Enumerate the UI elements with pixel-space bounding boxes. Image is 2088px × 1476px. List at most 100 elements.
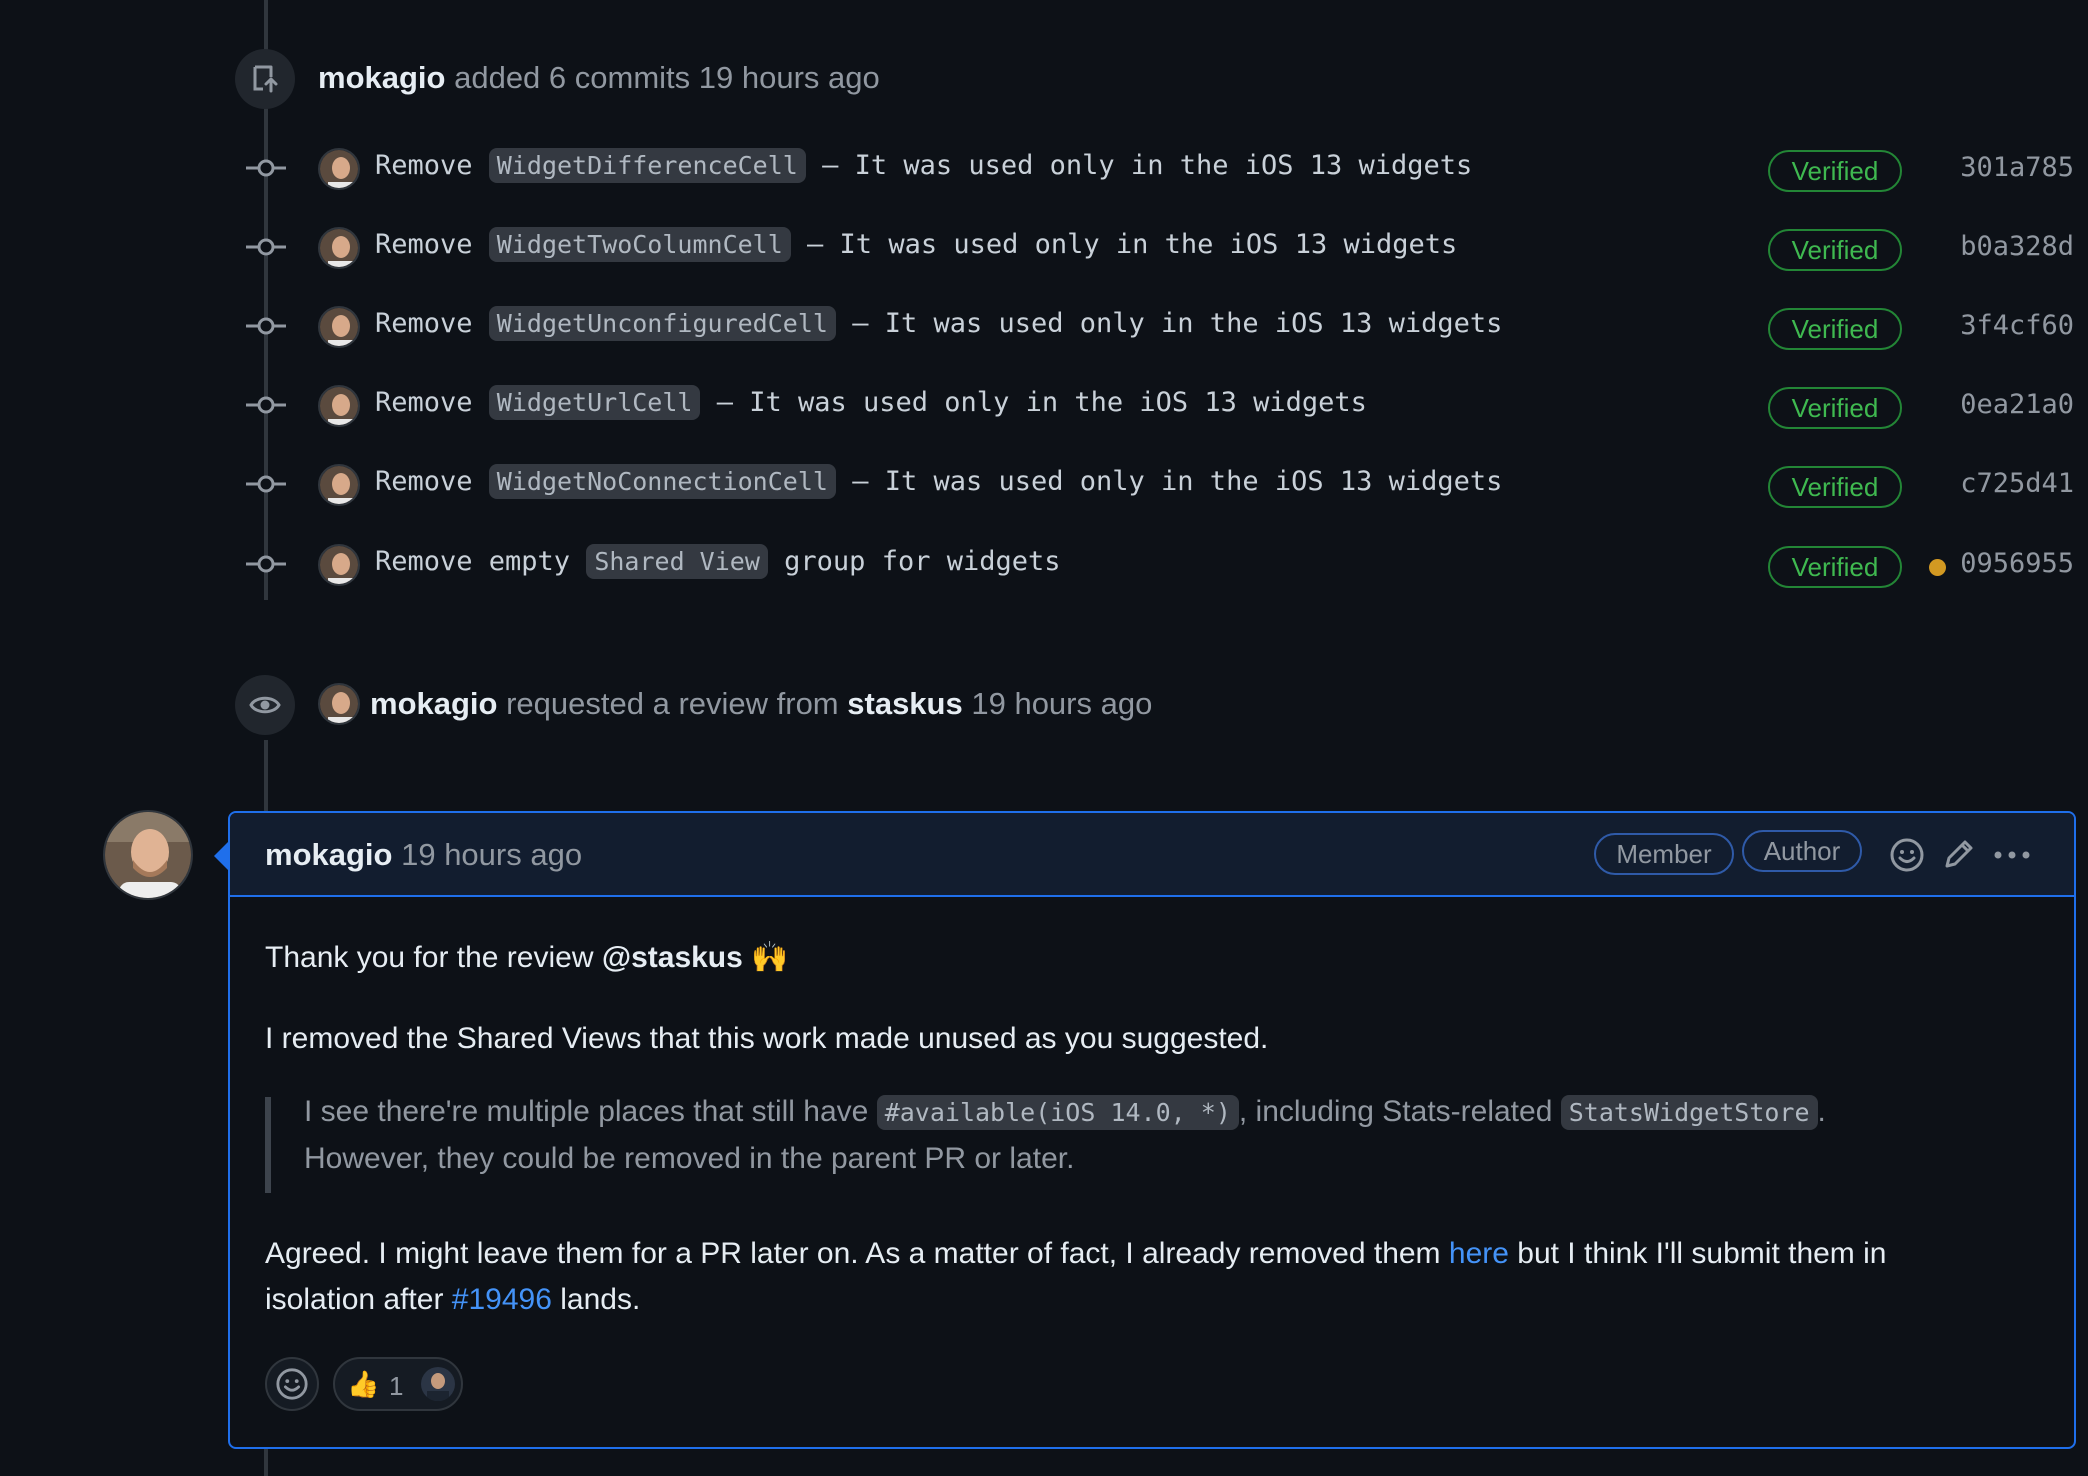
reaction-count: 1	[389, 1371, 404, 1401]
inline-code: WidgetUnconfiguredCell	[488, 306, 836, 341]
inline-code: WidgetUrlCell	[488, 385, 701, 420]
comment-header: mokagio 19 hours ago Member Author	[230, 813, 2074, 897]
commit-message-link[interactable]: Remove WidgetTwoColumnCell — It was used…	[375, 227, 1458, 262]
commit-message-prefix: Remove	[375, 308, 489, 339]
commit-row: Remove empty Shared View group for widge…	[0, 534, 2088, 594]
commit-message-suffix: — It was used only in the iOS 13 widgets	[805, 150, 1473, 181]
comment-pointer	[214, 842, 228, 870]
commit-message-suffix: — It was used only in the iOS 13 widgets	[700, 387, 1367, 418]
add-reaction-button[interactable]	[265, 1357, 319, 1411]
comment-time[interactable]: 19 hours ago	[401, 837, 582, 872]
blockquote-line: I see there're multiple places that stil…	[304, 1089, 1826, 1136]
mention-link[interactable]: @staskus	[602, 941, 743, 974]
event-time[interactable]: 19 hours ago	[971, 686, 1152, 721]
review-event-badge	[235, 675, 295, 735]
reviewer-link[interactable]: staskus	[847, 686, 962, 721]
timeline-line	[264, 1447, 268, 1476]
commit-node-icon	[246, 316, 286, 336]
commit-sha-link[interactable]: 3f4cf60	[1960, 310, 2074, 341]
pending-status-dot[interactable]	[1929, 559, 1946, 576]
commit-message-prefix: Remove	[375, 229, 489, 260]
commit-message-link[interactable]: Remove WidgetUnconfiguredCell — It was u…	[375, 306, 1503, 341]
here-link[interactable]: here	[1449, 1237, 1509, 1270]
event-time[interactable]: 19 hours ago	[699, 60, 880, 95]
verified-badge[interactable]: Verified	[1768, 546, 1902, 588]
add-reaction-icon	[276, 1368, 308, 1400]
kebab-icon[interactable]	[1992, 835, 2032, 875]
comment-line: Agreed. I might leave them for a PR late…	[265, 1231, 1887, 1277]
commit-message-link[interactable]: Remove empty Shared View group for widge…	[375, 544, 1061, 579]
pr-link[interactable]: #19496	[452, 1283, 552, 1316]
commit-message-link[interactable]: Remove WidgetDifferenceCell — It was use…	[375, 148, 1473, 183]
comment-paragraph: Agreed. I might leave them for a PR late…	[265, 1231, 1887, 1323]
comment-author-avatar[interactable]	[103, 810, 193, 900]
event-author-link[interactable]: mokagio	[370, 686, 497, 721]
commit-node-icon	[246, 554, 286, 574]
comment-text: but I think I'll submit them in	[1508, 1237, 1887, 1270]
commit-message-link[interactable]: Remove WidgetNoConnectionCell — It was u…	[375, 464, 1502, 499]
eye-icon	[249, 696, 281, 714]
comment-author-link[interactable]: mokagio	[265, 837, 392, 872]
commit-node-icon	[246, 237, 286, 257]
emoji: 🙌	[751, 941, 789, 974]
verified-badge[interactable]: Verified	[1768, 387, 1902, 429]
commit-node-icon	[246, 474, 286, 494]
avatar[interactable]	[318, 306, 360, 348]
comment-text: Agreed. I might leave them for a PR late…	[265, 1237, 1449, 1270]
inline-code: WidgetTwoColumnCell	[488, 227, 791, 262]
member-badge: Member	[1594, 833, 1734, 875]
inline-code: StatsWidgetStore	[1560, 1095, 1818, 1130]
commit-row: Remove WidgetTwoColumnCell — It was used…	[0, 217, 2088, 277]
commit-message-prefix: Remove	[375, 466, 489, 497]
comment-text: lands.	[551, 1283, 641, 1316]
commit-sha-link[interactable]: 0956955	[1960, 548, 2074, 579]
commit-sha-link[interactable]: 0ea21a0	[1960, 389, 2074, 420]
event-action: added 6 commits	[454, 60, 691, 95]
reactor-avatar	[421, 1367, 455, 1401]
comment-text: Thank you for the review	[265, 941, 602, 974]
avatar[interactable]	[318, 148, 360, 190]
comment-paragraph: Thank you for the review @staskus 🙌	[265, 935, 789, 981]
commit-row: Remove WidgetUrlCell — It was used only …	[0, 375, 2088, 435]
commit-row: Remove WidgetUnconfiguredCell — It was u…	[0, 296, 2088, 356]
event-action: requested a review from	[506, 686, 839, 721]
avatar[interactable]	[318, 227, 360, 269]
comment-line: isolation after #19496 lands.	[265, 1277, 1887, 1323]
commit-message-suffix: — It was used only in the iOS 13 widgets	[835, 308, 1503, 339]
review-event-text: mokagio requested a review from staskus …	[370, 686, 1152, 722]
avatar[interactable]	[318, 385, 360, 427]
inline-code: Shared View	[586, 544, 768, 579]
verified-badge[interactable]: Verified	[1768, 229, 1902, 271]
commit-sha-link[interactable]: b0a328d	[1960, 231, 2074, 262]
comment-meta: mokagio 19 hours ago	[265, 837, 582, 873]
commit-message-suffix: — It was used only in the iOS 13 widgets	[790, 229, 1458, 260]
thumbs-up-reaction[interactable]: 👍 1	[333, 1357, 463, 1411]
smiley-icon[interactable]	[1887, 835, 1927, 875]
quote-text: , including Stats-related	[1238, 1095, 1561, 1128]
inline-code: WidgetDifferenceCell	[488, 148, 806, 183]
commit-message-suffix: group for widgets	[767, 546, 1061, 577]
commit-message-link[interactable]: Remove WidgetUrlCell — It was used only …	[375, 385, 1367, 420]
commit-node-icon	[246, 395, 286, 415]
commit-sha-link[interactable]: c725d41	[1960, 468, 2074, 499]
inline-code: #available(iOS 14.0, *)	[876, 1095, 1239, 1130]
commits-event-text: mokagio added 6 commits 19 hours ago	[318, 60, 880, 96]
verified-badge[interactable]: Verified	[1768, 466, 1902, 508]
avatar[interactable]	[318, 464, 360, 506]
verified-badge[interactable]: Verified	[1768, 150, 1902, 192]
comment-box: mokagio 19 hours ago Member Author Thank…	[228, 811, 2076, 1449]
commit-sha-link[interactable]: 301a785	[1960, 152, 2074, 183]
push-icon	[253, 65, 278, 93]
avatar[interactable]	[318, 544, 360, 586]
author-badge: Author	[1742, 830, 1862, 872]
verified-badge[interactable]: Verified	[1768, 308, 1902, 350]
avatar[interactable]	[318, 683, 360, 725]
quote-text: I see there're multiple places that stil…	[304, 1095, 877, 1128]
pencil-icon[interactable]	[1938, 835, 1978, 875]
event-author-link[interactable]: mokagio	[318, 60, 445, 95]
blockquote-line: However, they could be removed in the pa…	[304, 1142, 1075, 1175]
blockquote: I see there're multiple places that stil…	[304, 1089, 1826, 1182]
thumbs-up-emoji: 👍	[347, 1369, 380, 1399]
inline-code: WidgetNoConnectionCell	[488, 464, 836, 499]
commit-message-prefix: Remove	[375, 387, 489, 418]
